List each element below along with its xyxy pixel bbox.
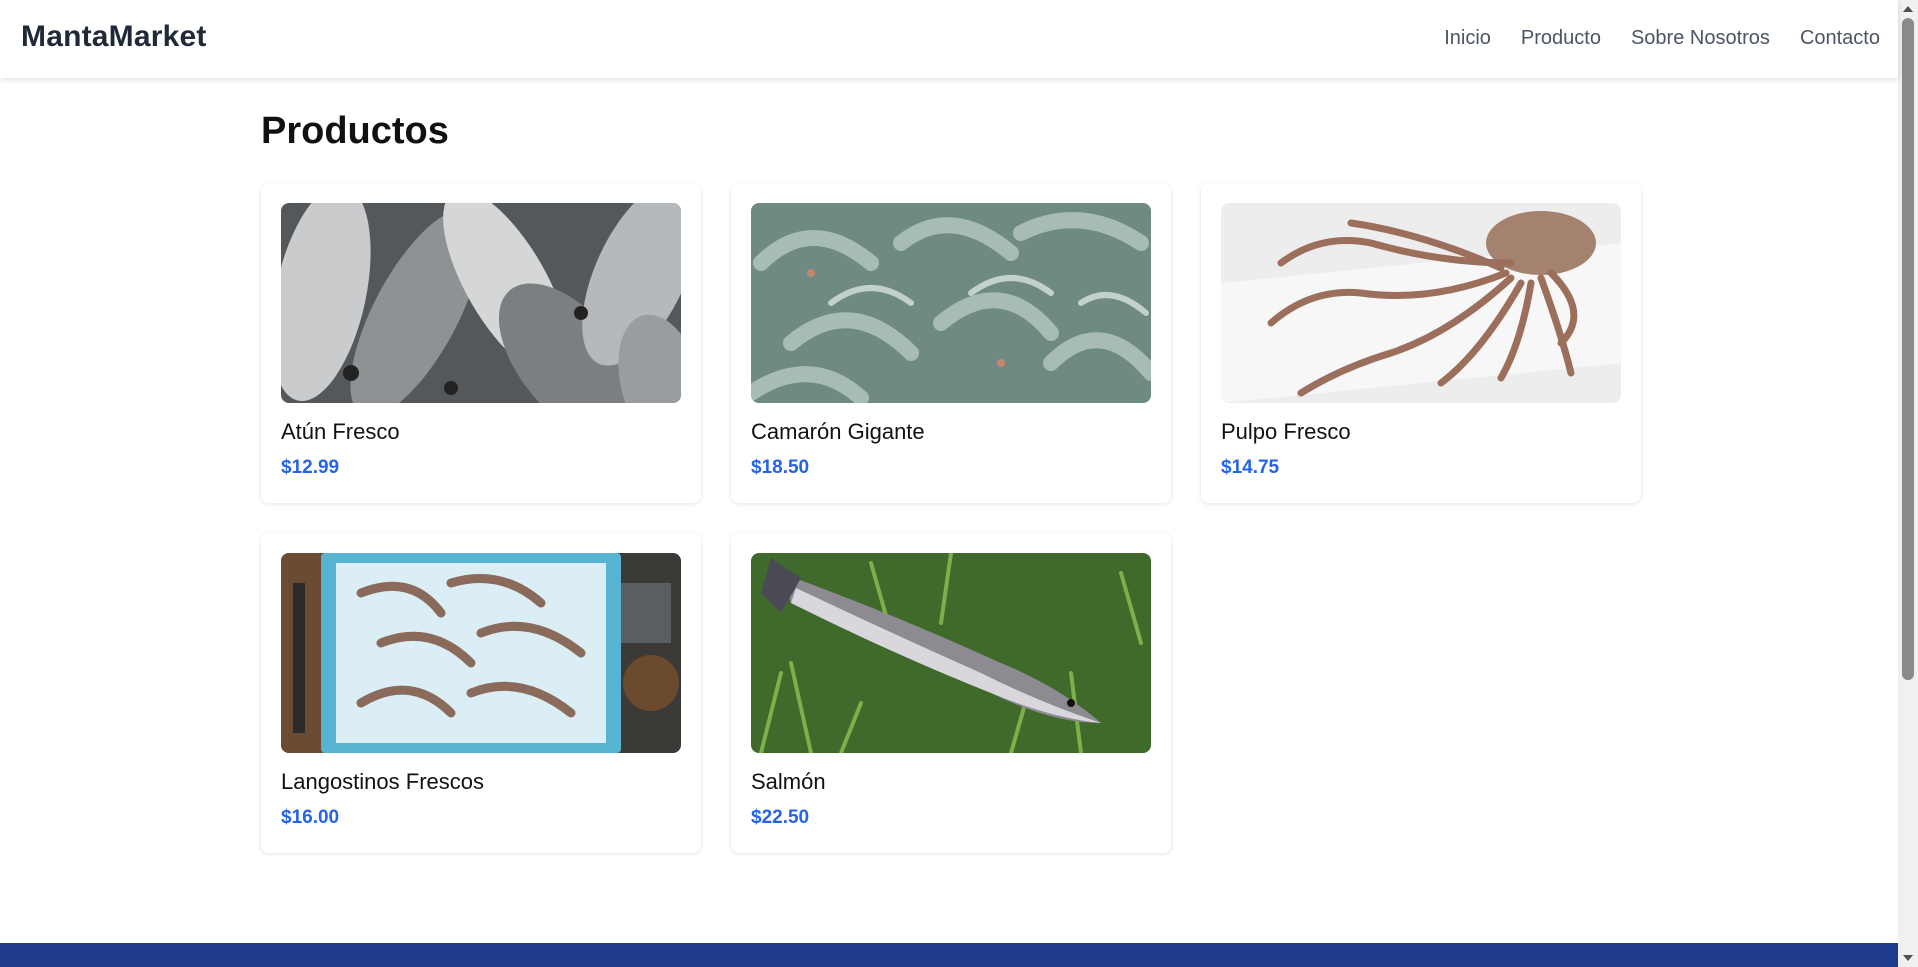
salmon-on-grass-image [751, 553, 1151, 753]
page-title: Productos [261, 110, 449, 152]
product-card[interactable]: Salmón $22.50 [731, 533, 1171, 853]
nav-link-sobre-nosotros[interactable]: Sobre Nosotros [1631, 27, 1770, 50]
product-price: $16.00 [281, 807, 340, 828]
scroll-up-arrow-icon[interactable] [1903, 6, 1913, 12]
nav-link-inicio[interactable]: Inicio [1444, 27, 1491, 50]
prawns-on-ice-image [281, 553, 681, 753]
product-card[interactable]: Atún Fresco $12.99 [261, 183, 701, 503]
fish-image [281, 203, 681, 403]
shrimp-image [751, 203, 1151, 403]
product-name: Pulpo Fresco [1221, 419, 1351, 444]
nav-link-producto[interactable]: Producto [1521, 27, 1601, 50]
product-price: $18.50 [751, 457, 810, 478]
product-card[interactable]: Pulpo Fresco $14.75 [1201, 183, 1641, 503]
product-name: Langostinos Frescos [281, 769, 484, 794]
product-card[interactable]: Langostinos Frescos $16.00 [261, 533, 701, 853]
vertical-scrollbar[interactable] [1898, 0, 1918, 967]
brand-logo[interactable]: MantaMarket [21, 20, 207, 54]
nav-link-contacto[interactable]: Contacto [1800, 27, 1880, 50]
product-grid: Atún Fresco $12.99 Camarón Gigante $18.5… [261, 183, 1641, 853]
product-price: $12.99 [281, 457, 340, 478]
scrollbar-thumb[interactable] [1902, 18, 1914, 680]
product-price: $14.75 [1221, 457, 1280, 478]
product-name: Atún Fresco [281, 419, 400, 444]
octopus-image [1221, 203, 1621, 403]
product-price: $22.50 [751, 807, 810, 828]
footer [0, 943, 1898, 967]
scroll-down-arrow-icon[interactable] [1903, 955, 1913, 961]
product-name: Salmón [751, 769, 826, 794]
product-name: Camarón Gigante [751, 419, 925, 444]
product-card[interactable]: Camarón Gigante $18.50 [731, 183, 1171, 503]
navbar: MantaMarket Inicio Producto Sobre Nosotr… [0, 0, 1898, 78]
nav-links: Inicio Producto Sobre Nosotros Contacto [1444, 27, 1880, 50]
